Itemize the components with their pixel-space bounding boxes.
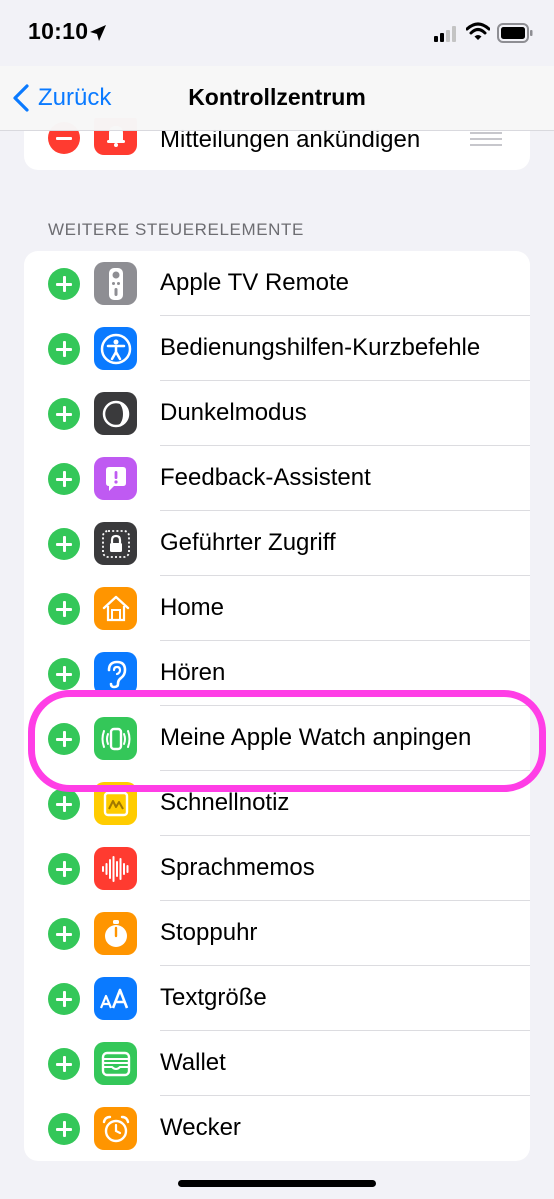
add-control-button[interactable]: [48, 1048, 80, 1080]
text-size-icon: [94, 977, 137, 1020]
control-row-stopwatch[interactable]: Stoppuhr: [24, 901, 530, 966]
back-label: Zurück: [38, 84, 112, 111]
control-row-alarm[interactable]: Wecker: [24, 1096, 530, 1161]
dark-mode-icon: [94, 392, 137, 435]
status-time: 10:10: [28, 18, 89, 44]
control-row-text-size[interactable]: Textgröße: [24, 966, 530, 1031]
tv-remote-icon: [94, 262, 137, 305]
navigation-bar: Zurück Kontrollzentrum: [0, 66, 554, 131]
control-row-feedback-assistant[interactable]: Feedback-Assistent: [24, 446, 530, 511]
add-control-button[interactable]: [48, 1113, 80, 1145]
control-row-dark-mode[interactable]: Dunkelmodus: [24, 381, 530, 446]
status-bar: 10:10: [0, 0, 554, 66]
control-row-accessibility-shortcuts[interactable]: Bedienungshilfen-Kurzbefehle: [24, 316, 530, 381]
location-arrow-icon: [90, 25, 106, 41]
control-label: Stoppuhr: [160, 919, 258, 946]
control-label: Meine Apple Watch anpingen: [160, 724, 472, 751]
battery-icon: [497, 23, 533, 43]
stopwatch-icon: [94, 912, 137, 955]
cellular-signal-icon: [434, 26, 456, 42]
add-control-button[interactable]: [48, 788, 80, 820]
control-row-ping-apple-watch[interactable]: Meine Apple Watch anpingen: [24, 706, 530, 771]
control-label: Bedienungshilfen-Kurzbefehle: [160, 334, 481, 361]
back-button[interactable]: Zurück: [12, 82, 111, 114]
add-control-button[interactable]: [48, 593, 80, 625]
reorder-handle-icon[interactable]: [470, 132, 502, 146]
more-controls-list: Apple TV Remote Bedienungshilfen-Kurzbef…: [24, 251, 530, 1161]
control-label: Geführter Zugriff: [160, 529, 336, 556]
control-label: Home: [160, 594, 225, 621]
add-control-button[interactable]: [48, 333, 80, 365]
control-row-home[interactable]: Home: [24, 576, 530, 641]
chevron-left-icon: [13, 84, 29, 112]
home-indicator[interactable]: [178, 1180, 376, 1187]
add-control-button[interactable]: [48, 983, 80, 1015]
add-control-button[interactable]: [48, 853, 80, 885]
control-label: Wecker: [160, 1114, 241, 1141]
add-control-button[interactable]: [48, 268, 80, 300]
control-row-wallet[interactable]: Wallet: [24, 1031, 530, 1096]
control-row-voice-memos[interactable]: Sprachmemos: [24, 836, 530, 901]
control-row-quick-note[interactable]: Schnellnotiz: [24, 771, 530, 836]
home-icon: [94, 587, 137, 630]
quick-note-icon: [94, 782, 137, 825]
add-control-button[interactable]: [48, 918, 80, 950]
control-label: Wallet: [160, 1049, 226, 1076]
control-label: Sprachmemos: [160, 854, 315, 881]
feedback-icon: [94, 457, 137, 500]
add-control-button[interactable]: [48, 398, 80, 430]
waveform-icon: [94, 847, 137, 890]
control-label: Feedback-Assistent: [160, 464, 371, 491]
control-label: Textgröße: [160, 984, 267, 1011]
wallet-icon: [94, 1042, 137, 1085]
add-control-button[interactable]: [48, 723, 80, 755]
add-control-button[interactable]: [48, 463, 80, 495]
add-control-button[interactable]: [48, 658, 80, 690]
alarm-icon: [94, 1107, 137, 1150]
control-label: Hören: [160, 659, 226, 686]
wifi-icon: [466, 22, 490, 40]
control-label: Dunkelmodus: [160, 399, 307, 426]
control-row-hearing[interactable]: Hören: [24, 641, 530, 706]
ear-icon: [94, 652, 137, 695]
watch-ping-icon: [94, 717, 137, 760]
section-header-more-controls: WEITERE STEUERELEMENTE: [48, 220, 304, 239]
control-label: Apple TV Remote: [160, 269, 349, 296]
lock-icon: [94, 522, 137, 565]
add-control-button[interactable]: [48, 528, 80, 560]
control-row-guided-access[interactable]: Geführter Zugriff: [24, 511, 530, 576]
control-label: Schnellnotiz: [160, 789, 290, 816]
accessibility-icon: [94, 327, 137, 370]
control-row-apple-tv-remote[interactable]: Apple TV Remote: [24, 251, 530, 316]
